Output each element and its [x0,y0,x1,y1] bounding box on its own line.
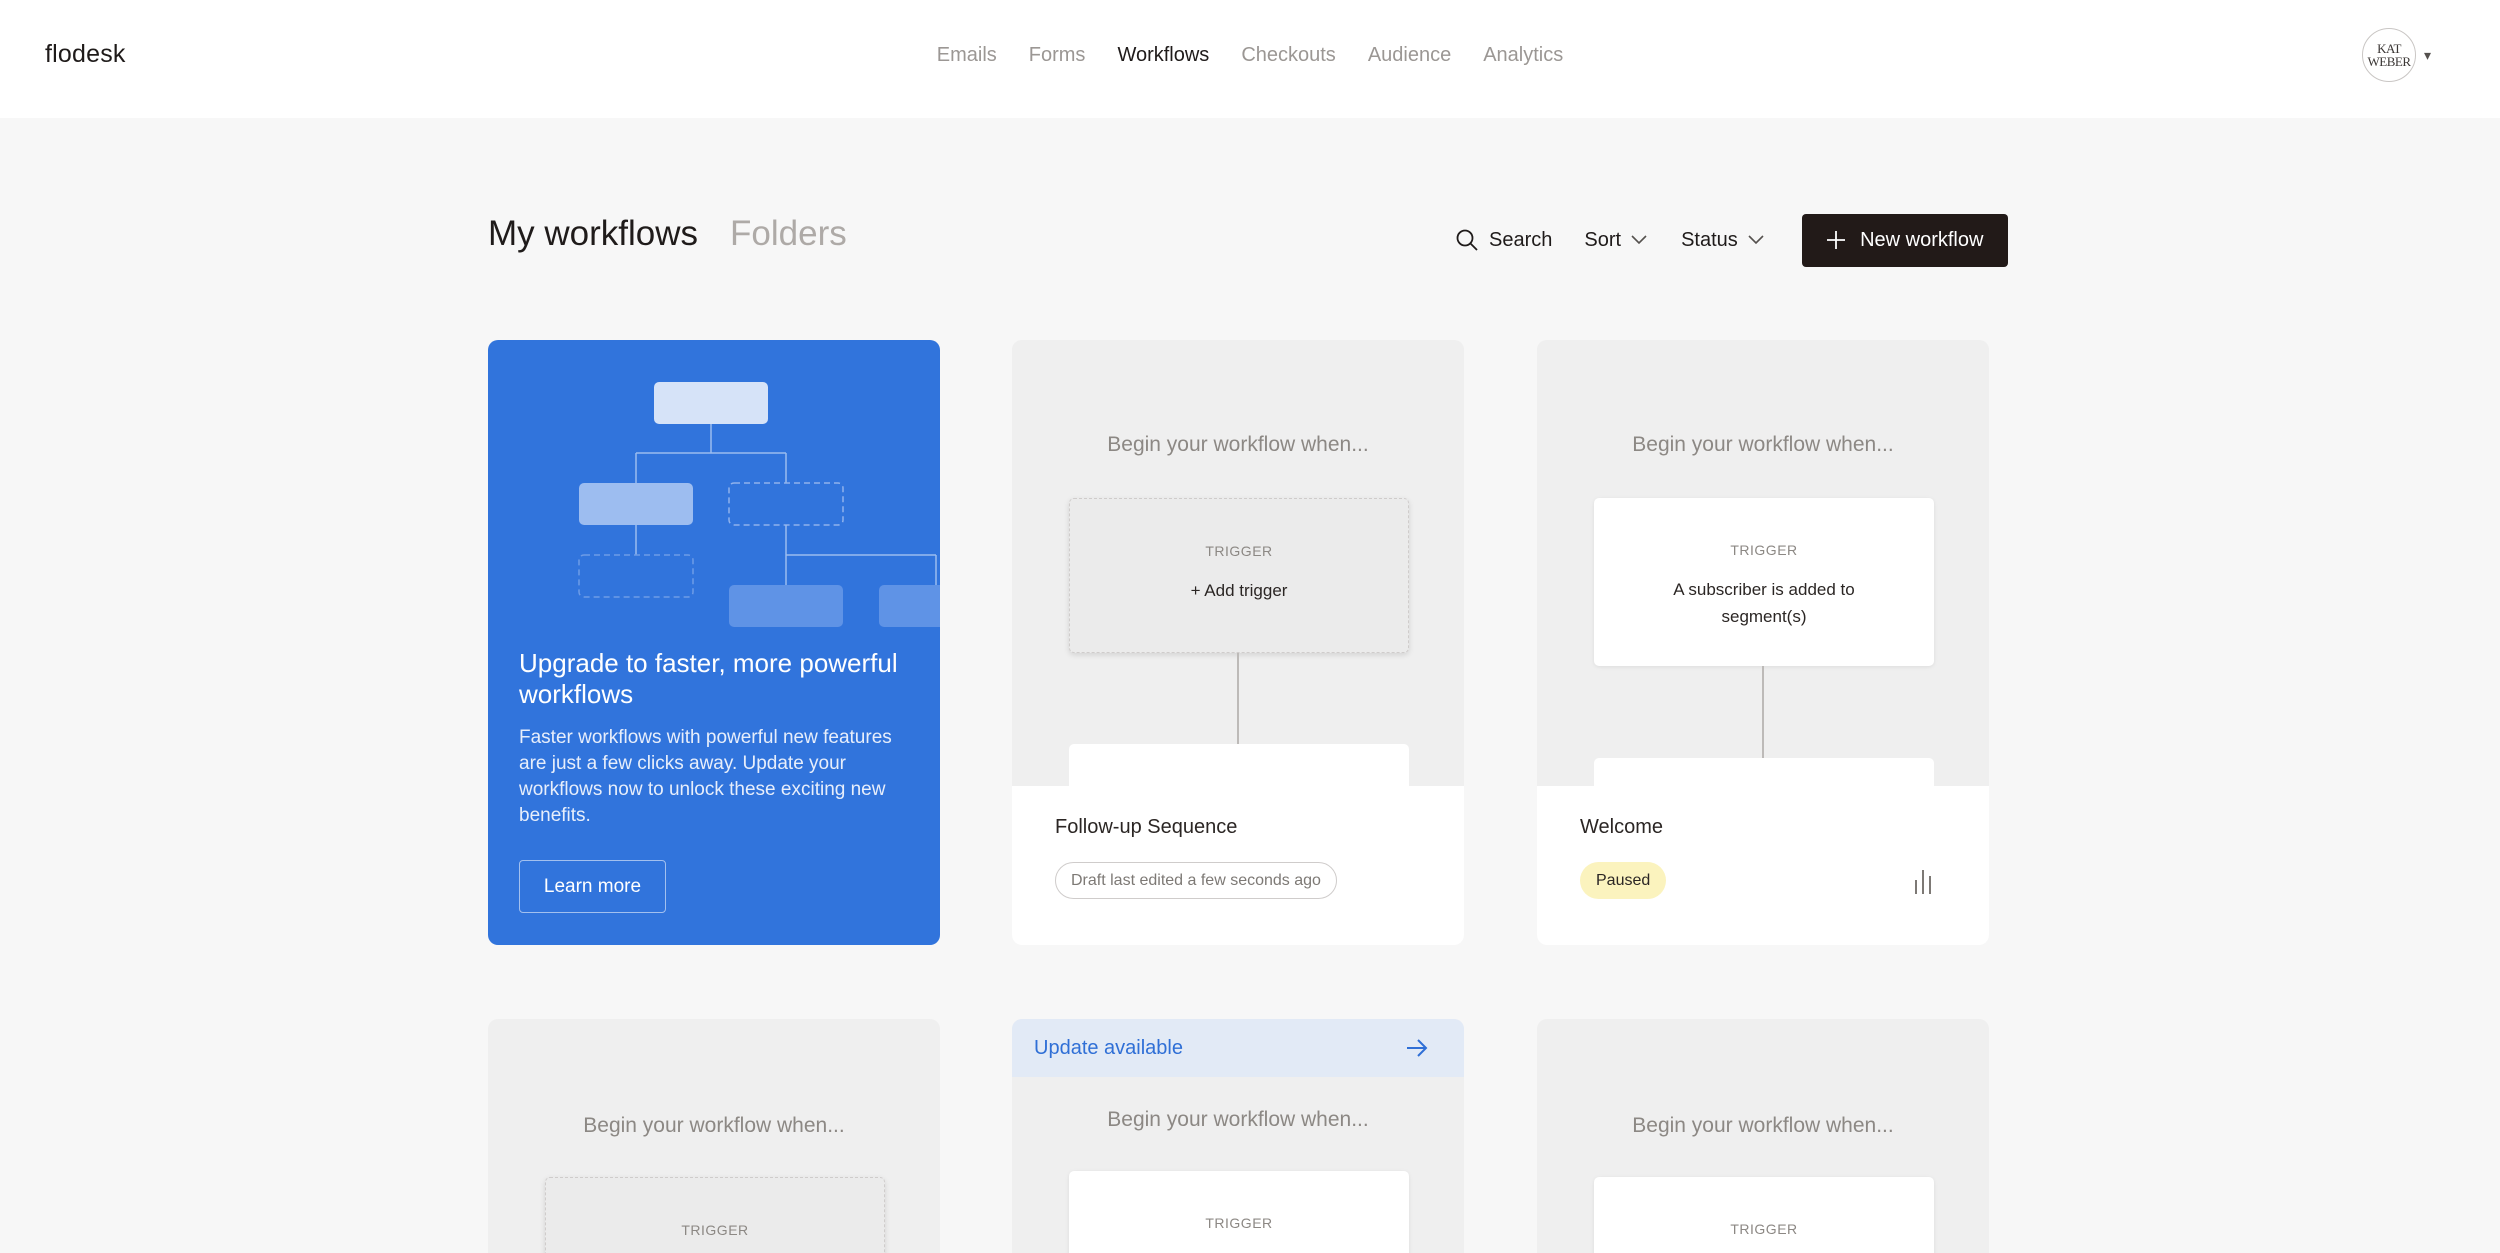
nav-emails[interactable]: Emails [937,44,997,67]
card-footer: Welcome Paused [1537,786,1989,945]
workflow-diagram-illustration [578,382,940,627]
trigger-box[interactable]: TRIGGER [545,1177,885,1253]
analytics-icon[interactable] [1913,868,1933,894]
chevron-down-icon [1748,235,1764,245]
begin-label: Begin your workflow when... [1107,1108,1369,1131]
tab-my-workflows[interactable]: My workflows [488,214,698,254]
promo-title: Upgrade to faster, more powerful workflo… [519,648,898,709]
main-nav: Emails Forms Workflows Checkouts Audienc… [0,0,2500,110]
arrow-right-icon[interactable] [1406,1038,1428,1058]
nav-audience[interactable]: Audience [1368,44,1451,67]
trigger-label: TRIGGER [1205,543,1273,559]
workflow-card-follow-up-sequence[interactable]: Begin your workflow when... TRIGGER + Ad… [1012,340,1464,945]
avatar-text-bottom: WEBER [2367,54,2412,69]
chevron-down-icon [1631,235,1647,245]
trigger-label: TRIGGER [681,1222,749,1238]
workflow-preview: Begin your workflow when... TRIGGER A su… [1537,340,1989,818]
status-badge: Draft last edited a few seconds ago [1055,862,1337,899]
nav-analytics[interactable]: Analytics [1483,44,1563,67]
update-available-label: Update available [1034,1036,1183,1059]
status-dropdown[interactable]: Status [1681,229,1764,252]
workflow-card[interactable]: Begin your workflow when... TRIGGER [1537,1019,1989,1253]
status-badge: Paused [1580,862,1667,899]
new-workflow-label: New workflow [1860,228,1984,251]
learn-more-button[interactable]: Learn more [519,860,666,913]
search-button[interactable]: Search [1455,228,1552,252]
new-workflow-button[interactable]: New workflow [1801,213,2008,267]
connector-line [1762,666,1764,758]
card-footer: Follow-up Sequence Draft last edited a f… [1012,786,1464,945]
sort-dropdown[interactable]: Sort [1584,229,1647,252]
workflow-card-welcome[interactable]: Begin your workflow when... TRIGGER A su… [1537,340,1989,945]
search-label: Search [1489,228,1553,251]
trigger-description: A subscriber is added to segment(s) [1673,580,1855,626]
update-available-banner[interactable]: Update available [1012,1019,1464,1077]
search-icon [1456,229,1478,251]
upgrade-promo-card: Upgrade to faster, more powerful workflo… [488,340,940,945]
promo-body: Faster workflows with powerful new featu… [519,727,892,826]
workflow-card[interactable]: Update available Begin your workflow whe… [1012,1019,1464,1253]
begin-label: Begin your workflow when... [1632,433,1894,456]
toolbar: Search Sort Status New workflow [1455,213,2008,267]
add-trigger-link[interactable]: + Add trigger [1119,577,1359,604]
begin-label: Begin your workflow when... [583,1114,845,1137]
trigger-label: TRIGGER [1730,1221,1798,1237]
trigger-label: TRIGGER [1205,1215,1273,1231]
workflow-preview: Begin your workflow when... TRIGGER + Ad… [1012,340,1464,804]
status-label: Status [1681,228,1738,251]
connector-line [1237,653,1239,744]
account-menu[interactable]: KAT WEBER ▾ [2362,28,2431,82]
begin-label: Begin your workflow when... [1107,433,1369,456]
tab-folders[interactable]: Folders [730,214,847,254]
top-bar: flodesk Emails Forms Workflows Checkouts… [0,0,2500,118]
trigger-box[interactable]: TRIGGER [1594,1177,1934,1253]
workflow-card[interactable]: Begin your workflow when... TRIGGER [488,1019,940,1253]
avatar[interactable]: KAT WEBER [2362,28,2416,82]
trigger-box[interactable]: TRIGGER A subscriber is added to segment… [1594,498,1934,666]
trigger-label: TRIGGER [1730,542,1798,558]
chevron-down-icon[interactable]: ▾ [2424,47,2431,64]
begin-label: Begin your workflow when... [1632,1114,1894,1137]
workflow-name: Welcome [1580,816,1663,838]
nav-workflows[interactable]: Workflows [1117,44,1209,67]
trigger-box[interactable]: TRIGGER + Add trigger [1069,498,1409,653]
sort-label: Sort [1584,228,1622,251]
plus-icon [1827,231,1846,249]
workflow-name: Follow-up Sequence [1055,816,1238,838]
nav-forms[interactable]: Forms [1029,44,1086,67]
workflow-tabs: My workflows Folders [488,214,847,254]
nav-checkouts[interactable]: Checkouts [1241,44,1336,67]
trigger-box[interactable]: TRIGGER [1069,1171,1409,1253]
